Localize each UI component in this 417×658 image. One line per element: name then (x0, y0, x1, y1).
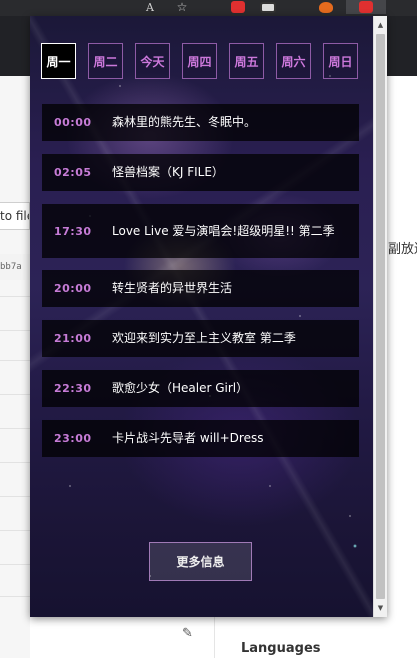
schedule-time: 00:00 (54, 116, 92, 129)
background-row-divider (0, 428, 30, 429)
schedule-row[interactable]: 02:05 怪兽档案（KJ FILE） (42, 154, 359, 191)
pencil-icon[interactable]: ✎ (182, 626, 198, 642)
scroll-up-arrow-icon[interactable]: ▲ (374, 18, 387, 32)
schedule-time: 23:00 (54, 432, 92, 445)
tab-saturday[interactable]: 周六 (276, 43, 311, 79)
schedule-row[interactable]: 17:30 Love Live 爱与演唱会!超级明星!! 第二季 (42, 204, 359, 258)
background-row-divider (0, 530, 30, 531)
day-tabs: 周一 周二 今天 周四 周五 周六 周日 (41, 43, 361, 79)
add-favorite-icon[interactable]: ☆ (168, 0, 196, 14)
extension-anime-schedule-icon[interactable] (346, 0, 386, 14)
languages-heading: Languages (241, 641, 321, 656)
background-row-divider (0, 596, 30, 597)
tab-today[interactable]: 今天 (135, 43, 170, 79)
background-row-divider (0, 296, 30, 297)
tab-monday[interactable]: 周一 (41, 43, 76, 79)
schedule-row[interactable]: 21:00 欢迎来到实力至上主义教室 第二季 (42, 320, 359, 357)
background-hash-text: bb7a (0, 254, 30, 280)
tab-thursday[interactable]: 周四 (182, 43, 217, 79)
schedule-title: 欢迎来到实力至上主义教室 第二季 (112, 331, 296, 345)
schedule-title: 卡片战斗先导者 will+Dress (112, 431, 264, 445)
extension-face-icon[interactable] (254, 0, 282, 14)
schedule-title: 森林里的熊先生、冬眠中。 (112, 115, 257, 129)
popup-scrollbar[interactable]: ▲ ▼ (373, 16, 387, 617)
schedule-row[interactable]: 23:00 卡片战斗先导者 will+Dress (42, 420, 359, 457)
background-row-divider (0, 462, 30, 463)
anime-schedule-popup: 周一 周二 今天 周四 周五 周六 周日 00:00 森林里的熊先生、冬眠中。 … (30, 16, 387, 617)
background-row-divider (0, 394, 30, 395)
tab-friday[interactable]: 周五 (229, 43, 264, 79)
background-side-text: 副放送 (388, 242, 417, 256)
background-file-input[interactable]: to file (0, 202, 30, 230)
tab-tuesday[interactable]: 周二 (88, 43, 123, 79)
scroll-down-arrow-icon[interactable]: ▼ (374, 601, 387, 615)
extension-shield-icon[interactable] (224, 0, 252, 14)
schedule-time: 02:05 (54, 166, 92, 179)
reader-view-icon[interactable]: A (136, 0, 164, 14)
schedule-row[interactable]: 22:30 歌愈少女（Healer Girl） (42, 370, 359, 407)
schedule-row[interactable]: 20:00 转生贤者的异世界生活 (42, 270, 359, 307)
background-row-divider (0, 360, 30, 361)
background-row-divider (0, 496, 30, 497)
browser-toolbar: A ☆ (0, 0, 417, 16)
background-row-divider (0, 330, 30, 331)
scroll-thumb[interactable] (376, 34, 385, 599)
extension-fox-icon[interactable] (312, 0, 340, 14)
background-row-divider (0, 564, 30, 565)
background-sidebar (0, 76, 30, 658)
schedule-row[interactable]: 00:00 森林里的熊先生、冬眠中。 (42, 104, 359, 141)
schedule-title: 转生贤者的异世界生活 (112, 281, 233, 295)
schedule-time: 20:00 (54, 282, 92, 295)
schedule-title: Love Live 爱与演唱会!超级明星!! 第二季 (112, 223, 335, 238)
background-divider (214, 616, 215, 658)
tab-sunday[interactable]: 周日 (323, 43, 358, 79)
schedule-time: 21:00 (54, 332, 92, 345)
schedule-title: 歌愈少女（Healer Girl） (112, 381, 249, 395)
schedule-time: 22:30 (54, 382, 92, 395)
schedule-time: 17:30 (54, 224, 92, 238)
more-info-button[interactable]: 更多信息 (149, 542, 252, 581)
schedule-title: 怪兽档案（KJ FILE） (112, 165, 224, 179)
